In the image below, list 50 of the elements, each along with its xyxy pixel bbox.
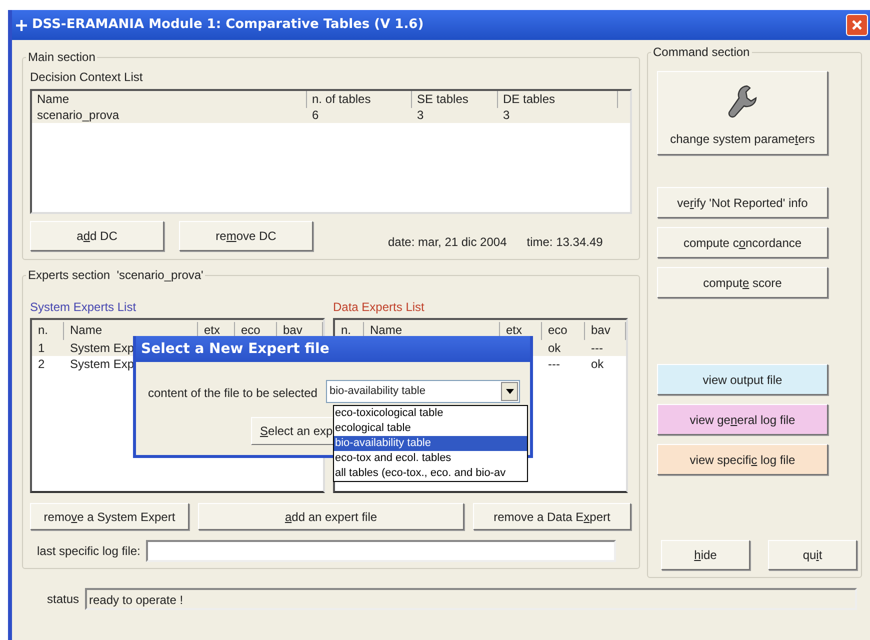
dropdown-option[interactable]: eco-tox and ecol. tables — [334, 451, 527, 466]
caret-icon — [501, 382, 518, 401]
list-title: Data Experts List — [333, 299, 426, 316]
status-field: ready to operate ! — [85, 588, 858, 610]
log-file-field[interactable] — [146, 540, 616, 562]
table-cell: 1 — [38, 341, 45, 355]
command-button[interactable]: hide — [661, 540, 750, 570]
expert-button[interactable]: remove a System Expert — [30, 503, 189, 530]
group-title: Command section — [652, 44, 751, 61]
table-cell: --- — [591, 341, 603, 355]
command-button[interactable]: verify 'Not Reported' info — [657, 187, 828, 218]
close-button[interactable] — [846, 14, 868, 36]
table-cell: ok — [591, 357, 604, 371]
plus-icon — [16, 20, 27, 30]
window-title: DSS-ERAMANIA Module 1: Comparative Tables (V 1.6) — [32, 16, 424, 34]
table-cell: System Exp — [70, 341, 134, 355]
dialog-title: Select a New Expert file — [136, 336, 530, 362]
table-cell: 2 — [38, 357, 45, 371]
table-cell-text: scenario_prova — [36, 108, 120, 123]
dropdown-option[interactable]: bio-availability table — [334, 436, 527, 451]
command-button[interactable]: compute score — [657, 267, 828, 298]
command-button[interactable]: view general log file — [657, 404, 828, 435]
dc-button[interactable]: add DC — [30, 221, 164, 251]
close-icon — [851, 19, 863, 31]
table-cell: System Exp — [70, 357, 134, 371]
table-cell-text: 3 — [416, 108, 425, 123]
command-button[interactable]: view output file — [657, 364, 828, 395]
table-cell-text: 3 — [502, 108, 511, 123]
time-text: time: 13.34.49 — [526, 234, 603, 251]
wrench-icon — [728, 84, 758, 118]
status-label: status — [47, 591, 80, 608]
table-cell-text: 6 — [311, 108, 320, 123]
expert-button[interactable]: add an expert file — [198, 503, 464, 530]
dc-button[interactable]: remove DC — [179, 221, 313, 251]
content-dropdown[interactable]: bio-availability table — [326, 380, 520, 403]
date-text: date: mar, 21 dic 2004 — [388, 234, 507, 251]
field-label: last specific log file: — [37, 543, 140, 560]
group-title: Main section — [27, 49, 96, 66]
prompt-text: content of the file to be selected — [148, 385, 318, 402]
command-button[interactable]: quit — [768, 540, 857, 570]
dropdown-option[interactable]: all tables (eco-tox., eco. and bio-av — [334, 466, 527, 481]
command-button[interactable]: compute concordance — [657, 227, 828, 258]
change-parameters-button[interactable]: change system parameters — [657, 71, 828, 155]
expert-button[interactable]: remove a Data Expert — [473, 503, 631, 530]
list-title: System Experts List — [30, 299, 138, 316]
table-cell: --- — [548, 357, 560, 371]
command-button[interactable]: view specific log file — [657, 444, 828, 475]
table-cell: ok — [548, 341, 561, 355]
list-label: Decision Context List — [30, 69, 144, 86]
group-title: Experts section 'scenario_prova' — [27, 267, 204, 284]
